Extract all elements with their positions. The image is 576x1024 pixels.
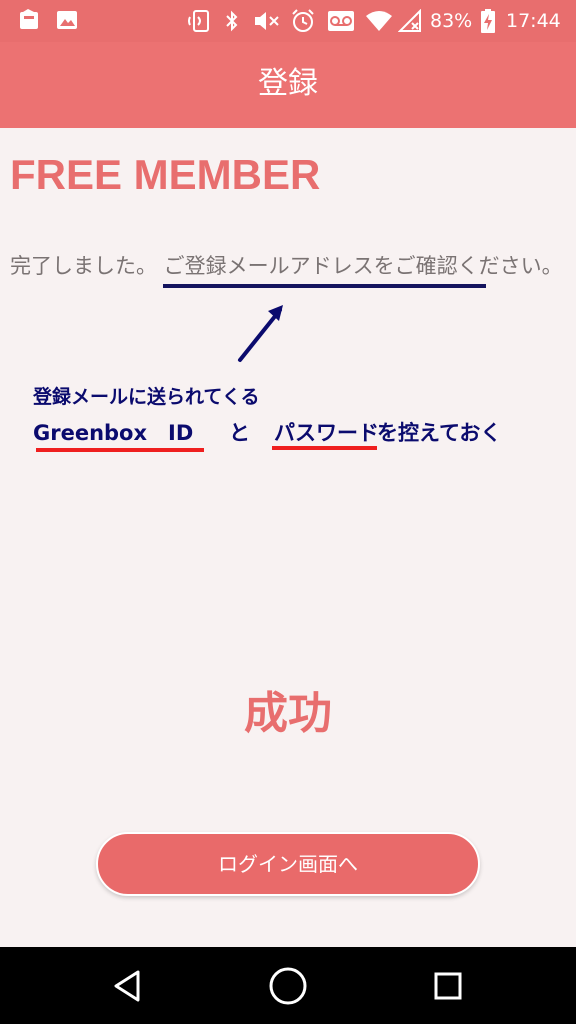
alarm-icon [290, 9, 316, 32]
cellular-icon [398, 9, 422, 32]
annotation-id-label: Greenbox ID [33, 421, 194, 445]
annotation-underline-password [272, 446, 377, 450]
recents-icon[interactable] [426, 964, 470, 1008]
back-icon[interactable] [106, 964, 150, 1008]
page-title: 登録 [258, 66, 318, 101]
content-area: FREE MEMBER 完了しました。 ご登録メールアドレスをご確認ください。 [0, 128, 576, 947]
nfc-icon [188, 9, 214, 32]
bluetooth-icon [224, 9, 240, 32]
status-bar: 83% 17:44 [0, 0, 576, 42]
home-icon[interactable] [266, 964, 310, 1008]
gallery-icon [56, 9, 78, 31]
login-button[interactable]: ログイン画面へ [96, 832, 480, 896]
annotation-arrow-icon [238, 305, 283, 362]
navigation-bar [0, 947, 576, 1024]
app-header: 登録 [0, 42, 576, 128]
annotation-underline-email [163, 284, 486, 288]
battery-charging-icon [481, 9, 495, 33]
voicemail-icon [327, 9, 355, 31]
success-text: 成功 [244, 688, 332, 739]
annotation-password-label: パスワード [274, 421, 379, 445]
clock: 17:44 [506, 10, 561, 32]
battery-percent: 83% [430, 10, 473, 32]
wifi-icon [365, 9, 393, 31]
annotation-underline-id [36, 448, 204, 452]
completion-message: 完了しました。 ご登録メールアドレスをご確認ください。 [10, 254, 563, 278]
annotation-line1: 登録メールに送られてくる [33, 386, 260, 408]
annotation-suffix: を控えておく [377, 421, 502, 445]
plan-title: FREE MEMBER [10, 151, 321, 198]
mute-icon [252, 9, 280, 31]
annotation-connector: と [229, 421, 250, 445]
notification-app-icon [18, 9, 40, 31]
